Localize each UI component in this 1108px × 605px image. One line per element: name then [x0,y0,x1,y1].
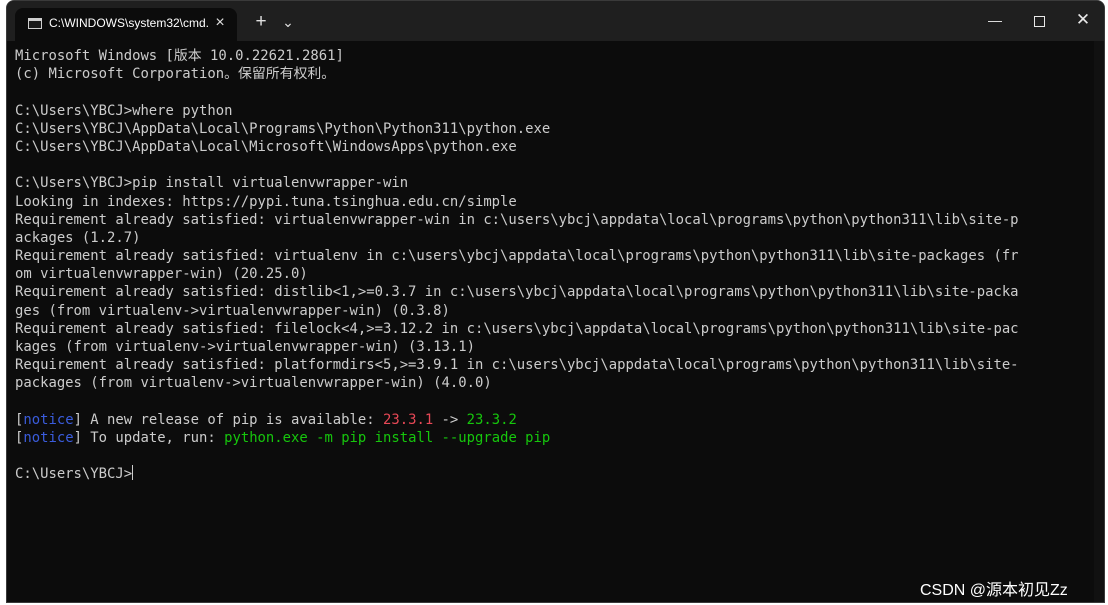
console-line: [notice] A new release of pip is availab… [15,411,1019,429]
console-text: Requirement already satisfied: distlib<1… [15,284,1019,301]
console-line: packages (from virtualenv->virtualenvwra… [15,374,1019,392]
minimize-button[interactable]: — [972,1,1018,39]
console-text: python.exe -m pip install --upgrade pip [224,429,551,446]
console-line: kages (from virtualenv->virtualenvwrappe… [15,338,1019,356]
console-line: om virtualenvwrapper-win) (20.25.0) [15,265,1019,283]
console-text: C:\Users\YBCJ\AppData\Local\Programs\Pyt… [15,120,551,137]
console-text: notice [23,429,74,446]
console-line: Requirement already satisfied: distlib<1… [15,283,1019,301]
new-tab-button[interactable]: + [249,8,273,36]
console-line: C:\Users\YBCJ>where python [15,102,1019,120]
maximize-icon [1033,15,1045,27]
console-line: C:\Users\YBCJ\AppData\Local\Microsoft\Wi… [15,138,1019,156]
console-text: C:\Users\YBCJ\AppData\Local\Microsoft\Wi… [15,138,517,155]
console-text: Looking in indexes: https://pypi.tuna.ts… [15,193,517,210]
terminal-window: C:\WINDOWS\system32\cmd. × + ⌄ — ✕ Micro… [6,0,1105,603]
cmd-icon [28,18,42,29]
console-output[interactable]: Microsoft Windows [版本 10.0.22621.2861] (c… [7,41,1104,602]
tab-close-button[interactable]: × [211,14,229,32]
console-text: C:\Users\YBCJ>where python [15,102,233,119]
console-text: 23.3.2 [466,411,517,428]
console-text: ges (from virtualenv->virtualenvwrapper-… [15,302,450,319]
title-bar[interactable]: C:\WINDOWS\system32\cmd. × + ⌄ — ✕ [7,1,1104,41]
console-line: C:\Users\YBCJ\AppData\Local\Programs\Pyt… [15,120,1019,138]
tab-cmd[interactable]: C:\WINDOWS\system32\cmd. × [15,8,237,41]
console-text: C:\Users\YBCJ> [15,466,133,483]
maximize-button[interactable] [1016,1,1062,39]
console-text: packages (from virtualenv->virtualenvwra… [15,375,492,392]
chevron-down-icon[interactable]: ⌄ [277,8,299,36]
console-line: Microsoft Windows [版本 10.0.22621.2861] [15,47,1019,65]
console-text: 23.3.1 [383,411,434,428]
console-line: C:\Users\YBCJ>pip install virtualenvwrap… [15,174,1019,192]
console-line: C:\Users\YBCJ> [15,465,1019,483]
console-line: Requirement already satisfied: virtualen… [15,247,1019,265]
console-line: Requirement already satisfied: filelock<… [15,320,1019,338]
console-line: (c) Microsoft Corporation。保留所有权利。 [15,65,1019,83]
text-cursor [132,465,134,481]
console-line: [notice] To update, run: python.exe -m p… [15,429,1019,447]
console-text: C:\Users\YBCJ>pip install virtualenvwrap… [15,175,409,192]
close-window-button[interactable]: ✕ [1060,1,1104,39]
console-lines: Microsoft Windows [版本 10.0.22621.2861] (c… [15,47,1019,484]
console-text: notice [23,411,74,428]
console-line: Requirement already satisfied: virtualen… [15,211,1019,229]
console-text: om virtualenvwrapper-win) (20.25.0) [15,266,308,283]
console-text: Requirement already satisfied: platformd… [15,357,1019,374]
console-text: Requirement already satisfied: virtualen… [15,248,1019,265]
scrollbar[interactable] [1094,41,1104,602]
console-text: -> [433,411,467,428]
console-text: Requirement already satisfied: filelock<… [15,320,1019,337]
console-text: Microsoft Windows [版本 10.0.22621.2861] [15,48,344,64]
console-line: ackages (1.2.7) [15,229,1019,247]
console-line: Looking in indexes: https://pypi.tuna.ts… [15,193,1019,211]
console-line: ges (from virtualenv->virtualenvwrapper-… [15,302,1019,320]
console-text: ] To update, run: [73,429,225,446]
watermark: CSDN @源本初见Zz [920,582,1068,599]
console-line: Requirement already satisfied: platformd… [15,356,1019,374]
console-text: ackages (1.2.7) [15,229,141,246]
console-text: kages (from virtualenv->virtualenvwrappe… [15,339,475,355]
console-text: (c) Microsoft Corporation。保留所有权利。 [15,66,336,83]
console-text: Requirement already satisfied: virtualen… [15,211,1019,228]
tab-title: C:\WINDOWS\system32\cmd. [49,16,210,30]
console-text: ] A new release of pip is available: [73,411,383,428]
